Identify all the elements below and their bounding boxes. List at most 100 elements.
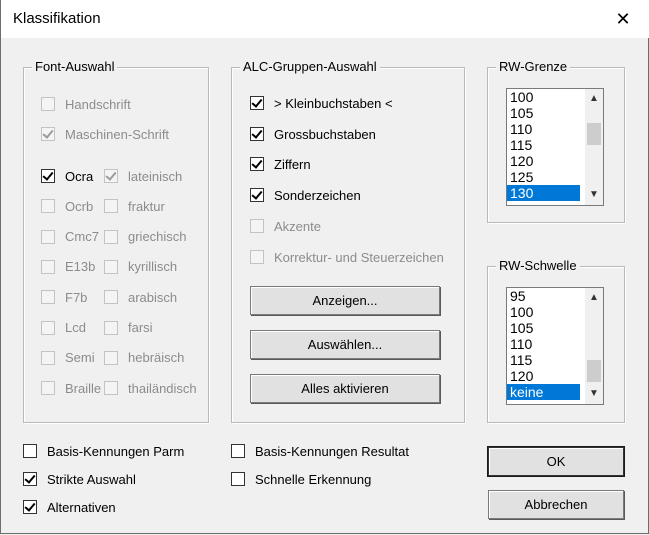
checkbox-label: F7b xyxy=(65,289,88,305)
rw-schwelle-list-item[interactable]: 105 xyxy=(507,320,580,336)
rw-schwelle-list-item[interactable]: 115 xyxy=(507,352,580,368)
scroll-down-icon[interactable]: ▼ xyxy=(585,386,603,402)
rw-schwelle-scrollbar[interactable]: ▲ ▼ xyxy=(585,288,603,404)
checkbox-box xyxy=(41,381,55,396)
checkmark-icon[interactable] xyxy=(23,472,37,486)
checkmark-icon xyxy=(41,127,55,141)
rw-schwelle-listbox[interactable]: 95 100 105 110 115 120 keine ▲ ▼ xyxy=(506,287,604,405)
checkbox-label: Korrektur- und Steuerzeichen xyxy=(274,249,444,265)
rw-grenze-list-item[interactable]: 105 xyxy=(507,105,580,121)
rw-grenze-list-item[interactable]: 130 xyxy=(507,185,580,201)
font-farsi-checkbox: farsi xyxy=(104,319,153,337)
checkbox-box xyxy=(104,381,118,396)
checkmark-icon[interactable] xyxy=(250,188,264,202)
rw-schwelle-list-item[interactable]: 110 xyxy=(507,336,580,352)
option-basis-kennungen-resultat-checkbox[interactable]: Basis-Kennungen Resultat xyxy=(231,442,409,460)
font-ocrb-checkbox: Ocrb xyxy=(41,197,93,215)
font-semi-checkbox: Semi xyxy=(41,349,95,367)
alc-sonderzeichen-checkbox[interactable]: Sonderzeichen xyxy=(250,186,361,204)
font-kyrillisch-checkbox: kyrillisch xyxy=(104,258,177,276)
font-fraktur-checkbox: fraktur xyxy=(104,197,165,215)
checkbox-label: kyrillisch xyxy=(128,259,178,275)
checkbox-box xyxy=(41,350,55,365)
cancel-button[interactable]: Abbrechen xyxy=(488,490,624,519)
alc-ziffern-checkbox[interactable]: Ziffern xyxy=(250,155,311,173)
checkmark-icon[interactable] xyxy=(250,157,264,171)
font-maschinen-schrift-checkbox: Maschinen-Schrift xyxy=(41,125,169,143)
checkbox-box xyxy=(250,250,264,264)
window-title: Klassifikation xyxy=(13,10,101,27)
font-f7b-checkbox: F7b xyxy=(41,288,87,306)
checkmark-icon xyxy=(104,169,118,183)
rw-schwelle-list-item[interactable]: 100 xyxy=(507,304,580,320)
option-strikte-auswahl-checkbox[interactable]: Strikte Auswahl xyxy=(23,470,136,488)
rw-schwelle-legend: RW-Schwelle xyxy=(496,258,580,273)
ok-button[interactable]: OK xyxy=(488,447,624,476)
checkbox-box xyxy=(104,290,118,305)
alc-kleinbuchstaben-checkbox[interactable]: > Kleinbuchstaben < xyxy=(250,94,393,112)
checkbox-label: Cmc7 xyxy=(65,229,99,245)
scroll-up-icon[interactable]: ▲ xyxy=(585,290,603,306)
checkbox-box xyxy=(41,97,55,111)
rw-schwelle-scroll-thumb[interactable] xyxy=(587,360,601,382)
checkbox-box xyxy=(41,199,55,214)
option-schnelle-erkennung-checkbox[interactable]: Schnelle Erkennung xyxy=(231,470,371,488)
option-alternativen-checkbox[interactable]: Alternativen xyxy=(23,498,116,516)
font-handschrift-checkbox: Handschrift xyxy=(41,95,131,113)
checkbox-label: Ocrb xyxy=(65,198,94,214)
checkbox-label: Strikte Auswahl xyxy=(47,471,136,487)
checkbox-label: Braille xyxy=(65,380,102,396)
checkbox-label: Maschinen-Schrift xyxy=(65,126,170,142)
rw-schwelle-list-item[interactable]: 95 xyxy=(507,288,580,304)
alc-grossbuchstaben-checkbox[interactable]: Grossbuchstaben xyxy=(250,125,376,143)
checkbox-label: arabisch xyxy=(128,289,178,305)
rw-grenze-list-item[interactable]: 115 xyxy=(507,137,580,153)
option-basis-kennungen-parm-checkbox[interactable]: Basis-Kennungen Parm xyxy=(23,442,184,460)
activate-all-button[interactable]: Alles aktivieren xyxy=(250,374,440,403)
rw-grenze-listbox[interactable]: 100 105 110 115 120 125 130 ▲ ▼ xyxy=(506,88,604,206)
dialog-window: Klassifikation ✕ Font-Auswahl Handschrif… xyxy=(0,0,649,534)
select-button[interactable]: Auswählen... xyxy=(250,330,440,359)
checkbox-label: E13b xyxy=(65,259,96,275)
rw-grenze-list-item[interactable]: 125 xyxy=(507,169,580,185)
font-griechisch-checkbox: griechisch xyxy=(104,228,187,246)
font-cmc7-checkbox: Cmc7 xyxy=(41,228,99,246)
checkbox-box xyxy=(104,199,118,214)
font-ocra-checkbox[interactable]: Ocra xyxy=(41,167,93,185)
checkbox-box xyxy=(41,229,55,244)
font-e13b-checkbox: E13b xyxy=(41,258,95,276)
checkbox-label: Basis-Kennungen Parm xyxy=(47,443,185,459)
checkbox-box[interactable] xyxy=(23,444,37,458)
rw-schwelle-list-item[interactable]: keine xyxy=(507,384,580,400)
rw-grenze-list-item[interactable]: 100 xyxy=(507,89,580,105)
checkbox-box xyxy=(104,229,118,244)
rw-grenze-scroll-thumb[interactable] xyxy=(587,123,601,145)
checkmark-icon[interactable] xyxy=(250,96,264,110)
scroll-up-icon[interactable]: ▲ xyxy=(585,91,603,107)
checkbox-label: > Kleinbuchstaben < xyxy=(274,95,393,111)
checkbox-label: thailändisch xyxy=(128,380,197,396)
checkmark-icon[interactable] xyxy=(41,169,55,183)
rw-grenze-scrollbar[interactable]: ▲ ▼ xyxy=(585,89,603,205)
checkbox-box xyxy=(41,259,55,274)
checkbox-label: hebräisch xyxy=(128,350,185,366)
checkmark-icon[interactable] xyxy=(23,500,37,514)
close-icon[interactable]: ✕ xyxy=(612,8,634,30)
alc-korrektur-und-steuerzeichen-checkbox: Korrektur- und Steuerzeichen xyxy=(250,248,444,266)
rw-grenze-list-item[interactable]: 110 xyxy=(507,121,580,137)
checkbox-label: Ocra xyxy=(65,168,94,184)
scroll-down-icon[interactable]: ▼ xyxy=(585,187,603,203)
checkbox-label: Akzente xyxy=(274,218,321,234)
show-button[interactable]: Anzeigen... xyxy=(250,286,440,315)
checkbox-label: farsi xyxy=(128,320,153,335)
checkbox-box[interactable] xyxy=(231,472,245,486)
font-lcd-checkbox: Lcd xyxy=(41,319,86,337)
title-bar: Klassifikation ✕ xyxy=(1,0,649,38)
checkmark-icon[interactable] xyxy=(250,127,264,141)
checkbox-label: Sonderzeichen xyxy=(274,187,361,203)
font-selection-legend: Font-Auswahl xyxy=(32,59,118,74)
checkbox-box[interactable] xyxy=(231,444,245,458)
rw-schwelle-list-item[interactable]: 120 xyxy=(507,368,580,384)
checkbox-label: lateinisch xyxy=(128,168,183,184)
rw-grenze-list-item[interactable]: 120 xyxy=(507,153,580,169)
